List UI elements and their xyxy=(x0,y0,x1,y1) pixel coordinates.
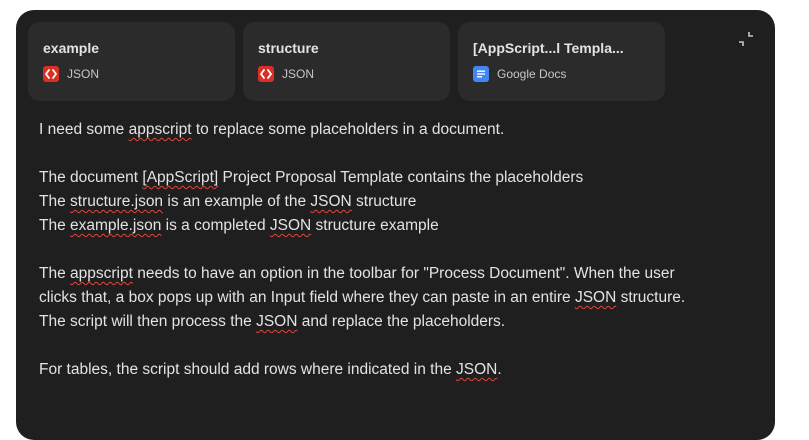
text-segment: The xyxy=(39,193,71,210)
text-segment: For tables, the script should add rows w… xyxy=(39,361,457,378)
json-icon xyxy=(43,66,59,82)
misspelled-word: example.json xyxy=(70,217,162,234)
message-line: The structure.json is an example of the … xyxy=(39,190,759,214)
text-segment: needs to have an option in the toolbar f… xyxy=(132,265,675,282)
text-segment: . xyxy=(497,361,502,378)
attachment-title: structure xyxy=(258,40,319,56)
message-line: The appscript needs to have an option in… xyxy=(39,262,759,286)
attachment-type: Google Docs xyxy=(473,66,650,82)
text-segment: The xyxy=(39,265,71,282)
misspelled-word: JSON xyxy=(310,193,352,210)
attachment-type: JSON xyxy=(258,66,435,82)
message-line: clicks that, a box pops up with an Input… xyxy=(39,286,759,310)
attachment-type-label: JSON xyxy=(282,67,315,81)
text-segment: and replace the placeholders. xyxy=(297,313,506,330)
attachment-title: example xyxy=(43,40,100,56)
attachment-chip-template[interactable]: [AppScript...l Templa... Google Docs xyxy=(458,22,665,101)
message-line: The script will then process the JSON an… xyxy=(39,310,759,334)
misspelled-word: appscript xyxy=(70,265,133,282)
text-segment: The script will then process the xyxy=(39,313,257,330)
message-line: I need some appscript to replace some pl… xyxy=(39,118,759,142)
message-line: The document [AppScript] Project Proposa… xyxy=(39,166,759,190)
text-segment: is a completed xyxy=(161,217,270,234)
attachment-list: example JSON structure JSON [AppScript..… xyxy=(28,22,665,101)
text-segment: The document xyxy=(39,169,143,186)
text-segment: structure. xyxy=(616,289,686,306)
misspelled-word: [AppScript] xyxy=(142,169,219,186)
text-segment: is an example of the xyxy=(163,193,311,210)
text-segment: Project Proposal Template contains the p… xyxy=(218,169,584,186)
attachment-type: JSON xyxy=(43,66,220,82)
message-line: The example.json is a completed JSON str… xyxy=(39,214,759,238)
collapse-icon[interactable] xyxy=(737,30,755,48)
misspelled-word: JSON xyxy=(256,313,298,330)
attachment-chip-structure[interactable]: structure JSON xyxy=(243,22,450,101)
text-segment: The xyxy=(39,217,71,234)
text-segment: clicks that, a box pops up with an Input… xyxy=(39,289,575,306)
text-segment: I need some xyxy=(39,121,129,138)
text-segment: structure xyxy=(351,193,417,210)
text-segment: structure example xyxy=(311,217,439,234)
json-icon xyxy=(258,66,274,82)
attachment-type-label: Google Docs xyxy=(497,67,567,81)
attachment-chip-example[interactable]: example JSON xyxy=(28,22,235,101)
misspelled-word: structure.json xyxy=(70,193,164,210)
attachment-type-label: JSON xyxy=(67,67,100,81)
misspelled-word: JSON xyxy=(269,217,312,234)
misspelled-word: JSON xyxy=(456,361,498,378)
misspelled-word: appscript xyxy=(128,121,192,138)
prompt-text: I need some appscript to replace some pl… xyxy=(39,118,759,382)
google-docs-icon xyxy=(473,66,489,82)
message-line: For tables, the script should add rows w… xyxy=(39,358,759,382)
misspelled-word: JSON xyxy=(574,289,617,306)
attachment-title: [AppScript...l Templa... xyxy=(473,40,624,56)
text-segment: to replace some placeholders in a docume… xyxy=(191,121,505,138)
prompt-panel: example JSON structure JSON [AppScript..… xyxy=(16,10,775,440)
